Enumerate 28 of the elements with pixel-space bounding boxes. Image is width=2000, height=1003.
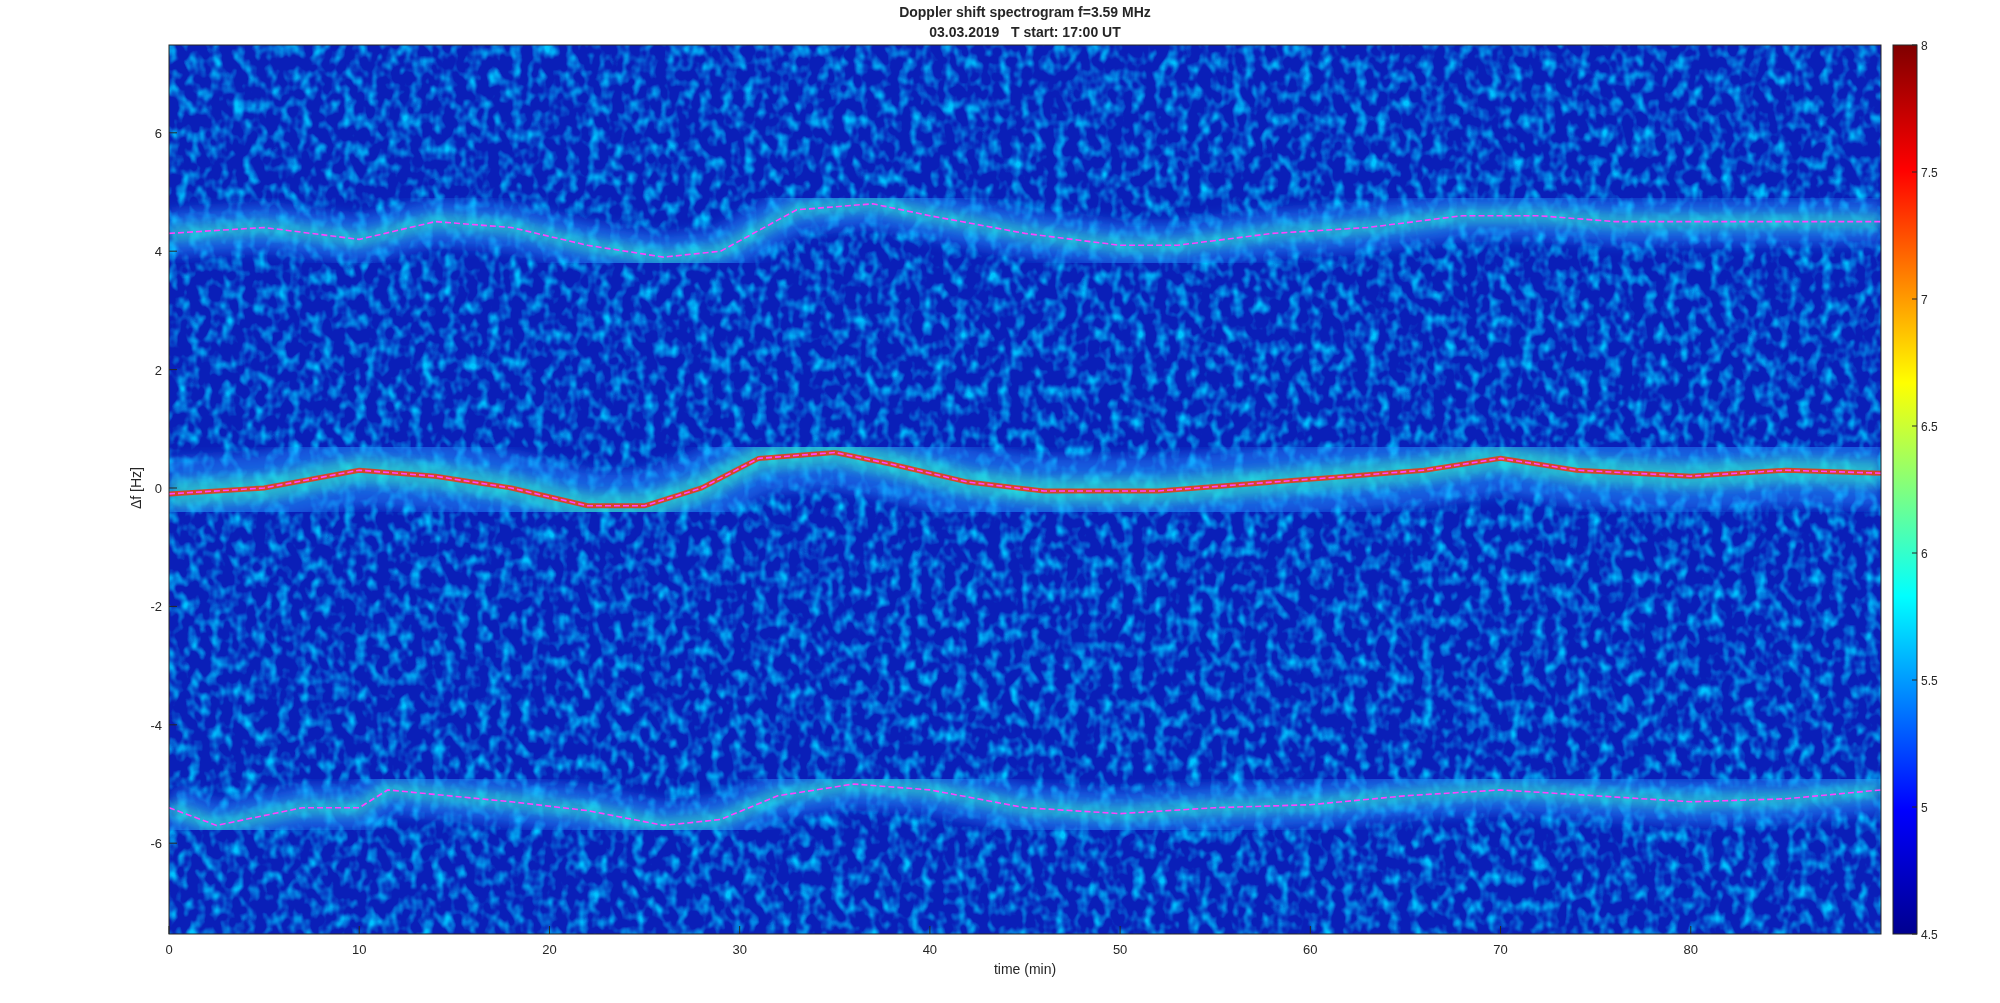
y-tick-label: 0 (154, 481, 162, 496)
colorbar-tick-label: 4.5 (1921, 928, 1938, 942)
chart-title: Doppler shift spectrogram f=3.59 MHz (899, 4, 1151, 20)
colorbar-tick-label: 8 (1921, 39, 1928, 53)
y-tick-label: 2 (154, 362, 162, 378)
x-tick-label: 80 (1683, 942, 1698, 957)
colorbar-tick-label: 5 (1921, 801, 1928, 815)
x-tick-label: 60 (1303, 942, 1318, 957)
x-tick-label: 30 (732, 942, 747, 957)
y-tick-label: 4 (154, 244, 162, 260)
x-axis-label: time (min) (993, 961, 1057, 977)
y-axis-label: Δf [Hz] (128, 467, 144, 509)
x-tick-label: 40 (922, 942, 938, 957)
x-tick-label: 10 (352, 942, 367, 957)
colorbar-tick-label: 6.5 (1921, 420, 1938, 434)
colorbar-tick-label: 5.5 (1921, 674, 1938, 688)
x-tick-label: 20 (542, 942, 557, 957)
colorbar-tick-label: 7.5 (1921, 166, 1938, 180)
x-tick-label: 70 (1493, 942, 1508, 957)
y-tick-label: -4 (150, 717, 162, 733)
colorbar-tick-label: 6 (1921, 547, 1928, 561)
x-tick-label: 0 (165, 942, 173, 957)
colorbar-tick-label: 7 (1921, 293, 1928, 307)
chart-subtitle: 03.03.2019 T start: 17:00 UT (929, 24, 1121, 40)
y-tick-label: 6 (154, 125, 162, 141)
y-tick-label: -6 (150, 836, 162, 852)
y-tick-label: -2 (150, 599, 162, 615)
x-tick-label: 50 (1112, 942, 1128, 957)
